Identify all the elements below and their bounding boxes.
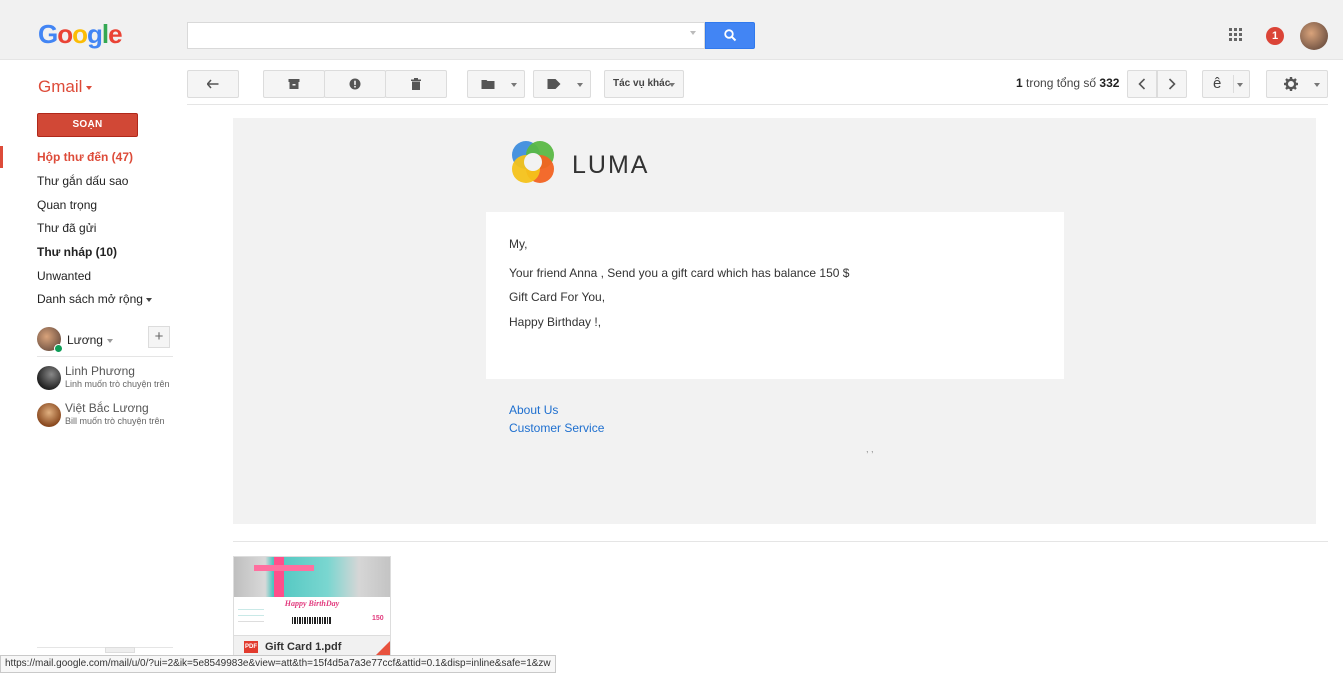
search-button[interactable]: [705, 22, 755, 49]
compose-button[interactable]: SOẠN: [37, 113, 138, 137]
chevron-left-icon: [1138, 78, 1146, 90]
back-arrow-icon: [207, 79, 219, 89]
account-avatar[interactable]: [1300, 22, 1328, 50]
chevron-down-icon: [669, 83, 675, 87]
email-text: Happy Birthday !,: [509, 315, 602, 329]
footer-text: , ,: [866, 444, 874, 454]
sidebar-item-inbox[interactable]: Hộp thư đến (47): [37, 150, 133, 164]
chevron-down-icon: [511, 83, 517, 87]
newer-button[interactable]: [1127, 70, 1157, 98]
email-greeting: My,: [509, 237, 528, 251]
email-text: Your friend Anna , Send you a gift card …: [509, 266, 850, 280]
about-us-link[interactable]: About Us: [509, 403, 558, 417]
labels-button[interactable]: [533, 70, 591, 98]
luma-logo-icon: [512, 141, 554, 183]
hangouts-tab[interactable]: [105, 647, 135, 653]
report-spam-button[interactable]: [324, 70, 386, 98]
input-tools-button[interactable]: ê: [1202, 70, 1250, 98]
notification-badge[interactable]: 1: [1266, 27, 1284, 45]
sidebar-item-sent[interactable]: Thư đã gửi: [37, 221, 96, 235]
barcode-icon: [292, 617, 332, 624]
archive-button[interactable]: [263, 70, 325, 98]
sidebar-item-starred[interactable]: Thư gắn dấu sao: [37, 174, 128, 188]
back-button[interactable]: [187, 70, 239, 98]
label-tag-icon: [547, 79, 561, 89]
preview-value: 150: [372, 615, 384, 622]
avatar: [37, 403, 61, 427]
sidebar-item-important[interactable]: Quan trọng: [37, 198, 97, 212]
new-conversation-button[interactable]: +: [148, 326, 170, 348]
gmail-app-switcher[interactable]: Gmail: [38, 77, 93, 97]
attachment-card[interactable]: Happy BirthDay 150 PDF Gift Card 1.pdf: [233, 556, 391, 656]
gear-icon: [1284, 77, 1298, 91]
chevron-down-icon: [86, 85, 93, 90]
search-input[interactable]: [187, 22, 705, 49]
settings-button[interactable]: [1266, 70, 1328, 98]
delete-button[interactable]: [385, 70, 447, 98]
pdf-icon: PDF: [244, 641, 258, 653]
sidebar-item-drafts[interactable]: Thư nháp (10): [37, 245, 117, 259]
browser-status-bar: https://mail.google.com/mail/u/0/?ui=2&i…: [0, 655, 556, 673]
contact-item[interactable]: Linh Phương Linh muốn trò chuyện trên: [37, 364, 177, 396]
move-to-button[interactable]: [467, 70, 525, 98]
attachment-file-name[interactable]: Gift Card 1.pdf: [265, 641, 341, 653]
customer-service-link[interactable]: Customer Service: [509, 421, 604, 435]
google-logo[interactable]: Google: [38, 19, 123, 50]
trash-icon: [411, 78, 421, 90]
search-icon: [724, 29, 737, 42]
more-actions-button[interactable]: Tác vụ khác: [604, 70, 684, 98]
email-text: Gift Card For You,: [509, 290, 606, 304]
fold-corner-icon: [374, 641, 390, 655]
chevron-down-icon: [577, 83, 583, 87]
sidebar-item-more[interactable]: Danh sách mở rộng: [37, 292, 152, 306]
chevron-down-icon: [145, 297, 152, 302]
online-status-icon: [54, 344, 63, 353]
top-bar: Google 1: [0, 0, 1343, 60]
attachment-preview: [234, 557, 390, 597]
archive-icon: [288, 79, 300, 89]
brand-name: LUMA: [572, 151, 650, 179]
chevron-down-icon: [1314, 83, 1320, 87]
folder-icon: [481, 80, 495, 89]
chevron-right-icon: [1168, 78, 1176, 90]
contact-item[interactable]: Việt Bắc Lương Bill muốn trò chuyện trên: [37, 401, 177, 433]
chevron-down-icon: [1237, 83, 1243, 87]
report-spam-icon: [349, 78, 361, 90]
avatar: [37, 366, 61, 390]
search-options-caret-icon[interactable]: [690, 31, 696, 35]
chevron-down-icon: [106, 338, 113, 343]
pagination-text: 1 trong tổng số 332: [1016, 76, 1120, 90]
sidebar-item-unwanted[interactable]: Unwanted: [37, 269, 91, 283]
apps-grid-icon[interactable]: [1229, 28, 1243, 42]
older-button[interactable]: [1157, 70, 1187, 98]
